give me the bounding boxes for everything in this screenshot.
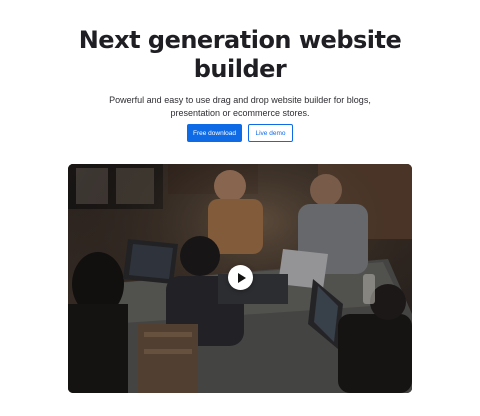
play-icon [237,272,246,283]
hero-title-line-1: Next generation website [78,26,402,54]
hero-title: Next generation website builder [0,26,480,84]
hero-subtitle: Powerful and easy to use drag and drop w… [109,95,371,118]
live-demo-button[interactable]: Live demo [248,124,293,142]
video-thumbnail[interactable] [68,164,412,393]
free-download-button[interactable]: Free download [187,124,242,142]
hero-title-line-2: builder [193,55,287,83]
play-button[interactable] [228,265,253,290]
